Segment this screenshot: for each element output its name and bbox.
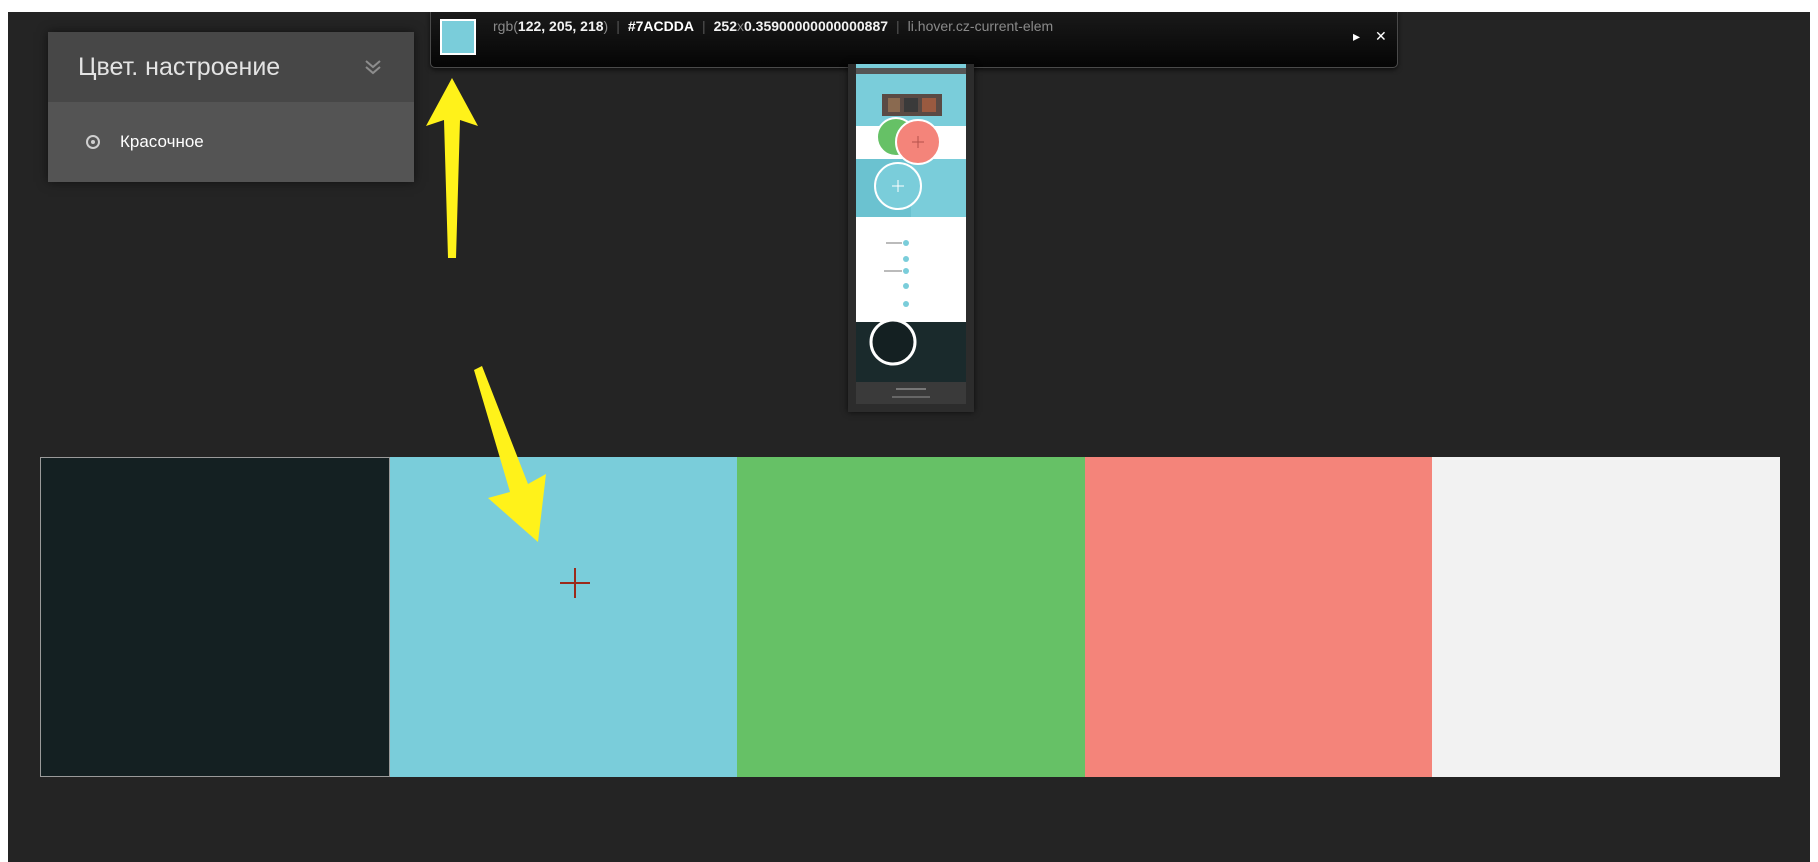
color-mood-header[interactable]: Цвет. настроение xyxy=(48,32,414,102)
crosshair-cursor-icon xyxy=(560,568,590,598)
mood-option-label: Красочное xyxy=(120,132,204,151)
play-icon[interactable]: ▸ xyxy=(1353,28,1360,45)
radio-icon[interactable] xyxy=(86,135,100,149)
palette-swatch[interactable] xyxy=(389,457,738,777)
picker-info: rgb(122, 205, 218) | #7ACDDA | 252x0.359… xyxy=(493,18,1053,34)
app-canvas: Цвет. настроение Красочное rgb(122, 205,… xyxy=(8,12,1810,862)
color-palette xyxy=(40,457,1780,777)
selector-readout: li.hover.cz-current-elem xyxy=(907,18,1054,34)
separator: | xyxy=(616,18,620,34)
hex-readout: #7ACDDA xyxy=(627,18,694,34)
color-mood-title: Цвет. настроение xyxy=(78,52,281,81)
palette-swatch[interactable] xyxy=(1084,457,1433,777)
picked-color-swatch xyxy=(440,19,476,55)
mood-option-colorful[interactable]: Красочное xyxy=(48,102,414,182)
palette-swatch[interactable] xyxy=(737,457,1085,777)
separator: | xyxy=(896,18,900,34)
color-mood-dropdown[interactable]: Цвет. настроение Красочное xyxy=(48,32,414,182)
close-icon[interactable]: ✕ xyxy=(1375,28,1387,45)
palette-swatch[interactable] xyxy=(40,457,390,777)
size-readout: 252x0.35900000000000887 xyxy=(713,18,889,34)
rgb-readout: rgb(122, 205, 218) xyxy=(493,18,609,34)
page-thumbnail[interactable] xyxy=(848,64,974,412)
color-picker-tooltip: rgb(122, 205, 218) | #7ACDDA | 252x0.359… xyxy=(430,12,1398,68)
arrow-up-icon xyxy=(426,78,478,258)
double-chevron-down-icon[interactable] xyxy=(362,56,384,78)
separator: | xyxy=(701,18,706,34)
palette-swatch[interactable] xyxy=(1432,457,1780,777)
page-thumbnail-image xyxy=(856,64,966,404)
